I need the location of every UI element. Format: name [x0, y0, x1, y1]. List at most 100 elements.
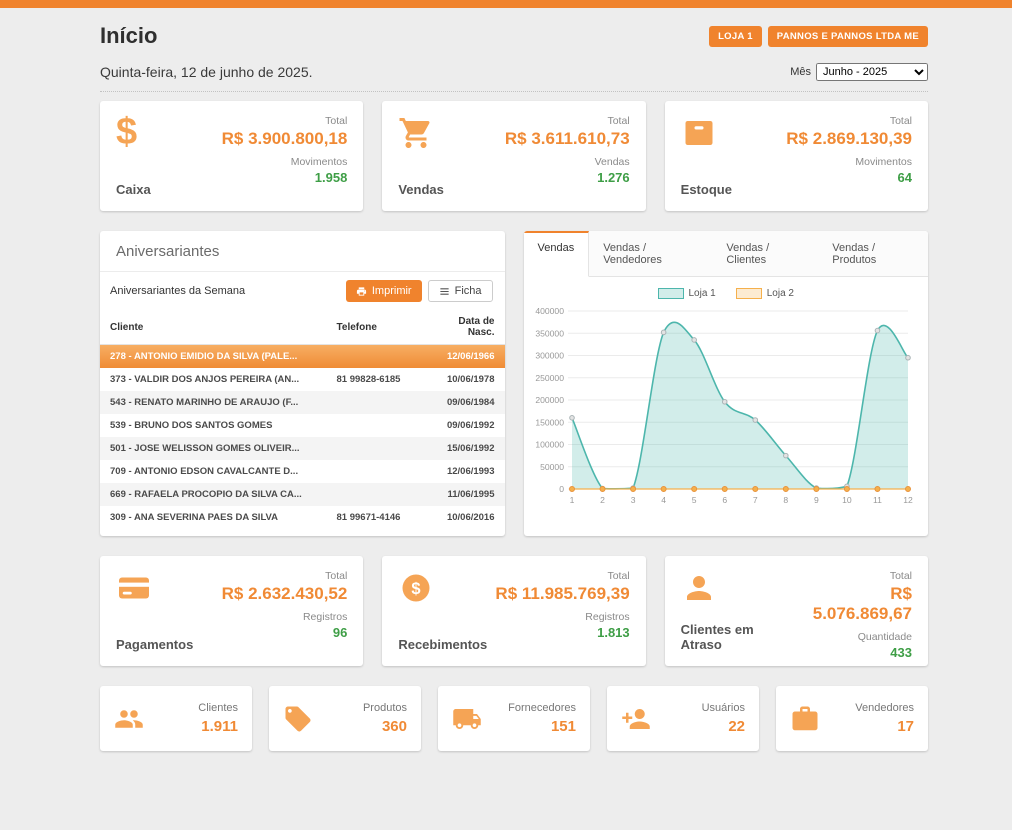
svg-text:200000: 200000 [535, 395, 564, 405]
count-value: 96 [222, 625, 348, 640]
table-row[interactable]: 278 - ANTONIO EMIDIO DA SILVA (PALE... 1… [100, 345, 505, 369]
svg-text:6: 6 [722, 495, 727, 505]
cell-cliente: 373 - VALDIR DOS ANJOS PEREIRA (AN... [100, 368, 327, 391]
count-value: 64 [786, 170, 912, 185]
birthdays-subtitle: Aniversariantes da Semana [110, 285, 245, 297]
clientes-atraso-card[interactable]: Clientes em Atraso Total R$ 5.076.869,67… [665, 556, 928, 666]
recebimentos-card[interactable]: $ Recebimentos Total R$ 11.985.769,39 Re… [382, 556, 645, 666]
count-label: Movimentos [222, 156, 348, 168]
ficha-button[interactable]: Ficha [428, 280, 493, 302]
company-button[interactable]: PANNOS E PANNOS LTDA ME [768, 26, 928, 47]
divider [100, 91, 928, 92]
stat-card-title: Recebimentos [398, 637, 487, 652]
table-row[interactable]: 543 - RENATO MARINHO DE ARAUJO (F... 09/… [100, 391, 505, 414]
col-header-cliente: Cliente [100, 310, 327, 345]
birthdays-panel: Aniversariantes Aniversariantes da Seman… [100, 231, 505, 536]
svg-text:2: 2 [600, 495, 605, 505]
user-plus-icon [621, 704, 651, 734]
produtos-summary-card[interactable]: Produtos 360 [269, 686, 421, 751]
total-value: R$ 3.900.800,18 [222, 129, 348, 149]
count-label: Registros [222, 611, 348, 623]
cell-data: 12/06/1993 [424, 460, 505, 483]
total-value: R$ 2.632.430,52 [222, 584, 348, 604]
svg-text:9: 9 [813, 495, 818, 505]
table-row[interactable]: 501 - JOSE WELISSON GOMES OLIVEIR... 15/… [100, 437, 505, 460]
total-label: Total [792, 570, 912, 582]
summary-value: 151 [508, 718, 576, 735]
svg-text:350000: 350000 [535, 328, 564, 338]
summary-label: Fornecedores [508, 702, 576, 714]
cell-cliente: 539 - BRUNO DOS SANTOS GOMES [100, 414, 327, 437]
vendas-card[interactable]: Vendas Total R$ 3.611.610,73 Vendas 1.27… [382, 101, 645, 211]
tab-vendas-vendedores[interactable]: Vendas / Vendedores [589, 231, 712, 276]
count-label: Registros [495, 611, 629, 623]
print-button[interactable]: Imprimir [346, 280, 422, 302]
tab-vendas-produtos[interactable]: Vendas / Produtos [818, 231, 928, 276]
ficha-button-label: Ficha [455, 285, 482, 297]
birthdays-table: Cliente Telefone Data de Nasc. 278 - ANT… [100, 310, 505, 529]
svg-text:$: $ [412, 580, 421, 598]
total-label: Total [222, 115, 348, 127]
count-value: 1.958 [222, 170, 348, 185]
top-accent-bar [0, 0, 1012, 8]
credit-card-icon [116, 570, 152, 606]
cell-telefone: 81 99671-4146 [327, 506, 424, 529]
clientes-summary-card[interactable]: Clientes 1.911 [100, 686, 252, 751]
svg-text:50000: 50000 [540, 462, 564, 472]
count-label: Movimentos [786, 156, 912, 168]
store-button[interactable]: LOJA 1 [709, 26, 762, 47]
current-date: Quinta-feira, 12 de junho de 2025. [100, 64, 313, 80]
table-row[interactable]: 539 - BRUNO DOS SANTOS GOMES 09/06/1992 [100, 414, 505, 437]
summary-label: Clientes [198, 702, 238, 714]
person-icon [681, 570, 717, 606]
summary-value: 360 [363, 718, 407, 735]
svg-text:150000: 150000 [535, 417, 564, 427]
summary-label: Vendedores [855, 702, 914, 714]
tab-vendas-clientes[interactable]: Vendas / Clientes [712, 231, 818, 276]
cell-telefone [327, 483, 424, 506]
chart-legend: Loja 1 Loja 2 [524, 277, 929, 299]
svg-text:250000: 250000 [535, 373, 564, 383]
svg-text:100000: 100000 [535, 440, 564, 450]
fornecedores-summary-card[interactable]: Fornecedores 151 [438, 686, 590, 751]
svg-text:7: 7 [752, 495, 757, 505]
estoque-card[interactable]: Estoque Total R$ 2.869.130,39 Movimentos… [665, 101, 928, 211]
vendedores-summary-card[interactable]: Vendedores 17 [776, 686, 928, 751]
total-label: Total [222, 570, 348, 582]
table-row[interactable]: 373 - VALDIR DOS ANJOS PEREIRA (AN... 81… [100, 368, 505, 391]
stat-card-title: Clientes em Atraso [681, 622, 793, 652]
drawer-icon [681, 115, 717, 151]
printer-icon [356, 286, 367, 297]
cell-cliente: 543 - RENATO MARINHO DE ARAUJO (F... [100, 391, 327, 414]
col-header-data: Data de Nasc. [424, 310, 505, 345]
print-button-label: Imprimir [372, 285, 412, 297]
cell-data: 11/06/1995 [424, 483, 505, 506]
cell-cliente: 669 - RAFAELA PROCOPIO DA SILVA CA... [100, 483, 327, 506]
table-row[interactable]: 309 - ANA SEVERINA PAES DA SILVA 81 9967… [100, 506, 505, 529]
month-select[interactable]: Junho - 2025 [816, 63, 928, 81]
cell-data: 15/06/1992 [424, 437, 505, 460]
cell-data: 10/06/2016 [424, 506, 505, 529]
table-row[interactable]: 709 - ANTONIO EDSON CAVALCANTE D... 12/0… [100, 460, 505, 483]
svg-text:3: 3 [630, 495, 635, 505]
loja1-legend-label: Loja 1 [689, 288, 716, 299]
svg-text:400000: 400000 [535, 306, 564, 316]
caixa-card[interactable]: $ Caixa Total R$ 3.900.800,18 Movimentos… [100, 101, 363, 211]
page-title: Início [100, 23, 157, 49]
usuarios-summary-card[interactable]: Usuários 22 [607, 686, 759, 751]
cell-data: 09/06/1992 [424, 414, 505, 437]
col-header-telefone: Telefone [327, 310, 424, 345]
pagamentos-card[interactable]: Pagamentos Total R$ 2.632.430,52 Registr… [100, 556, 363, 666]
cell-cliente: 309 - ANA SEVERINA PAES DA SILVA [100, 506, 327, 529]
table-row[interactable]: 669 - RAFAELA PROCOPIO DA SILVA CA... 11… [100, 483, 505, 506]
count-label: Vendas [505, 156, 630, 168]
total-value: R$ 5.076.869,67 [792, 584, 912, 624]
svg-text:1: 1 [569, 495, 574, 505]
cell-telefone [327, 391, 424, 414]
summary-value: 17 [855, 718, 914, 735]
cell-data: 10/06/1978 [424, 368, 505, 391]
cell-cliente: 501 - JOSE WELISSON GOMES OLIVEIR... [100, 437, 327, 460]
total-label: Total [786, 115, 912, 127]
tab-vendas[interactable]: Vendas [524, 231, 590, 277]
birthdays-title: Aniversariantes [100, 231, 505, 272]
